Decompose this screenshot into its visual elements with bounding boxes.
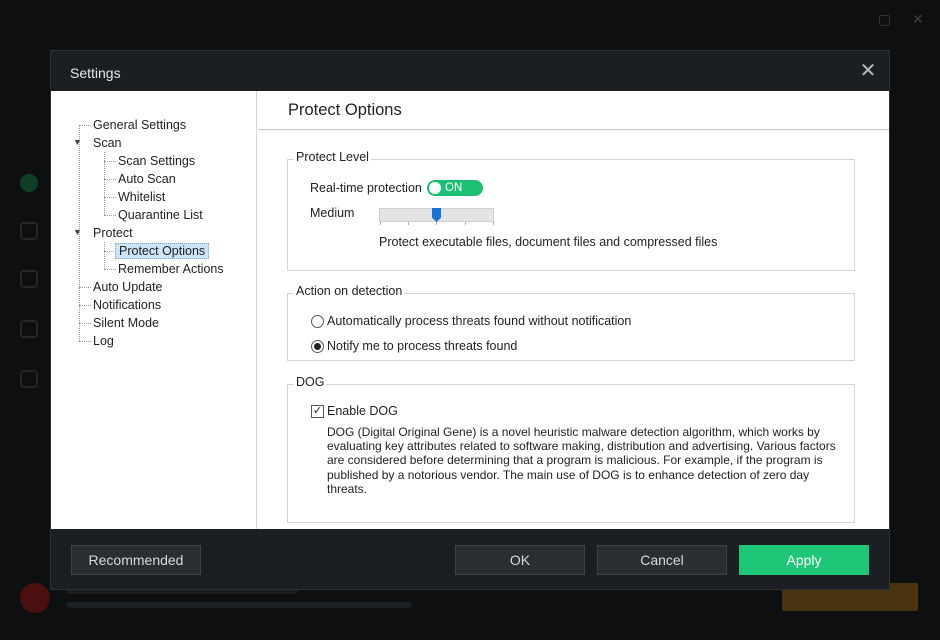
chevron-down-icon[interactable]: ▼: [73, 137, 83, 147]
enable-dog-checkbox[interactable]: ✓: [311, 405, 324, 418]
dog-group: DOG ✓ Enable DOG DOG (Digital Original G…: [287, 375, 855, 523]
tree-item-auto-scan[interactable]: Auto Scan: [115, 170, 179, 188]
protect-level-legend: Protect Level: [294, 150, 371, 164]
slider-thumb[interactable]: [432, 208, 441, 222]
toggle-state: ON: [445, 182, 463, 194]
auto-process-radio[interactable]: [311, 315, 324, 328]
tree-item-quarantine-list[interactable]: Quarantine List: [115, 206, 206, 224]
background-tools-icon: [20, 270, 38, 288]
dialog-content: ▼ ▼ General Settings Scan Scan Settings …: [51, 91, 889, 529]
ok-button[interactable]: OK: [455, 545, 585, 575]
protect-level-description: Protect executable files, document files…: [379, 235, 718, 249]
tree-item-silent-mode[interactable]: Silent Mode: [90, 314, 162, 332]
notify-me-radio[interactable]: [311, 340, 324, 353]
background-alert-icon: [20, 583, 50, 613]
dialog-title: Settings: [70, 65, 121, 81]
tree-item-scan-settings[interactable]: Scan Settings: [115, 152, 198, 170]
chevron-down-icon[interactable]: ▼: [73, 227, 83, 237]
tree-item-remember-actions[interactable]: Remember Actions: [115, 260, 227, 278]
toggle-knob: [429, 182, 441, 194]
settings-panel: Protect Options Protect Level Real-time …: [258, 91, 889, 529]
tree-item-general-settings[interactable]: General Settings: [90, 116, 189, 134]
slider-tick: [493, 222, 494, 225]
auto-process-label[interactable]: Automatically process threats found with…: [327, 314, 631, 328]
tree-item-protect-options[interactable]: Protect Options: [115, 242, 210, 260]
protect-level-group: Protect Level Real-time protection ON Me…: [287, 150, 855, 271]
page-title: Protect Options: [288, 101, 402, 119]
tree-item-log[interactable]: Log: [90, 332, 117, 350]
protect-level-value-label: Medium: [310, 206, 355, 220]
background-alert-line: [66, 602, 412, 608]
slider-tick: [380, 222, 381, 225]
recommended-button[interactable]: Recommended: [71, 545, 201, 575]
tree-item-protect[interactable]: Protect: [90, 224, 136, 242]
apply-button[interactable]: Apply: [739, 545, 869, 575]
action-on-detection-group: Action on detection Automatically proces…: [287, 284, 855, 361]
dog-legend: DOG: [294, 375, 327, 389]
settings-dialog: Settings ✕ ▼ ▼ General Settings Scan Sca…: [50, 50, 890, 590]
slider-tick: [436, 222, 437, 225]
background-scan-icon: [20, 222, 38, 240]
dog-description: DOG (Digital Original Gene) is a novel h…: [327, 425, 836, 496]
tree-item-whitelist[interactable]: Whitelist: [115, 188, 168, 206]
background-close-icon: ✕: [912, 12, 924, 28]
panel-header: Protect Options: [258, 91, 889, 130]
settings-tree: ▼ ▼ General Settings Scan Scan Settings …: [51, 91, 257, 529]
slider-tick: [408, 222, 409, 225]
cancel-button[interactable]: Cancel: [597, 545, 727, 575]
protect-level-slider[interactable]: [379, 208, 494, 225]
tree-line: [104, 242, 105, 269]
background-maximize-icon: ▢: [878, 12, 892, 28]
action-on-detection-legend: Action on detection: [294, 284, 405, 298]
realtime-protection-label: Real-time protection: [310, 181, 422, 195]
notify-me-label[interactable]: Notify me to process threats found: [327, 339, 517, 353]
slider-tick: [465, 222, 466, 225]
tree-item-scan[interactable]: Scan: [90, 134, 125, 152]
background-protect-icon: [20, 320, 38, 338]
close-icon[interactable]: ✕: [857, 59, 879, 81]
realtime-protection-toggle[interactable]: ON: [427, 180, 483, 196]
tree-item-notifications[interactable]: Notifications: [90, 296, 164, 314]
background-menu-icon: [20, 370, 38, 388]
dialog-footer: Recommended OK Cancel Apply: [51, 529, 889, 589]
tree-item-auto-update[interactable]: Auto Update: [90, 278, 166, 296]
background-status-icon: [20, 174, 38, 192]
enable-dog-label[interactable]: Enable DOG: [327, 404, 398, 418]
